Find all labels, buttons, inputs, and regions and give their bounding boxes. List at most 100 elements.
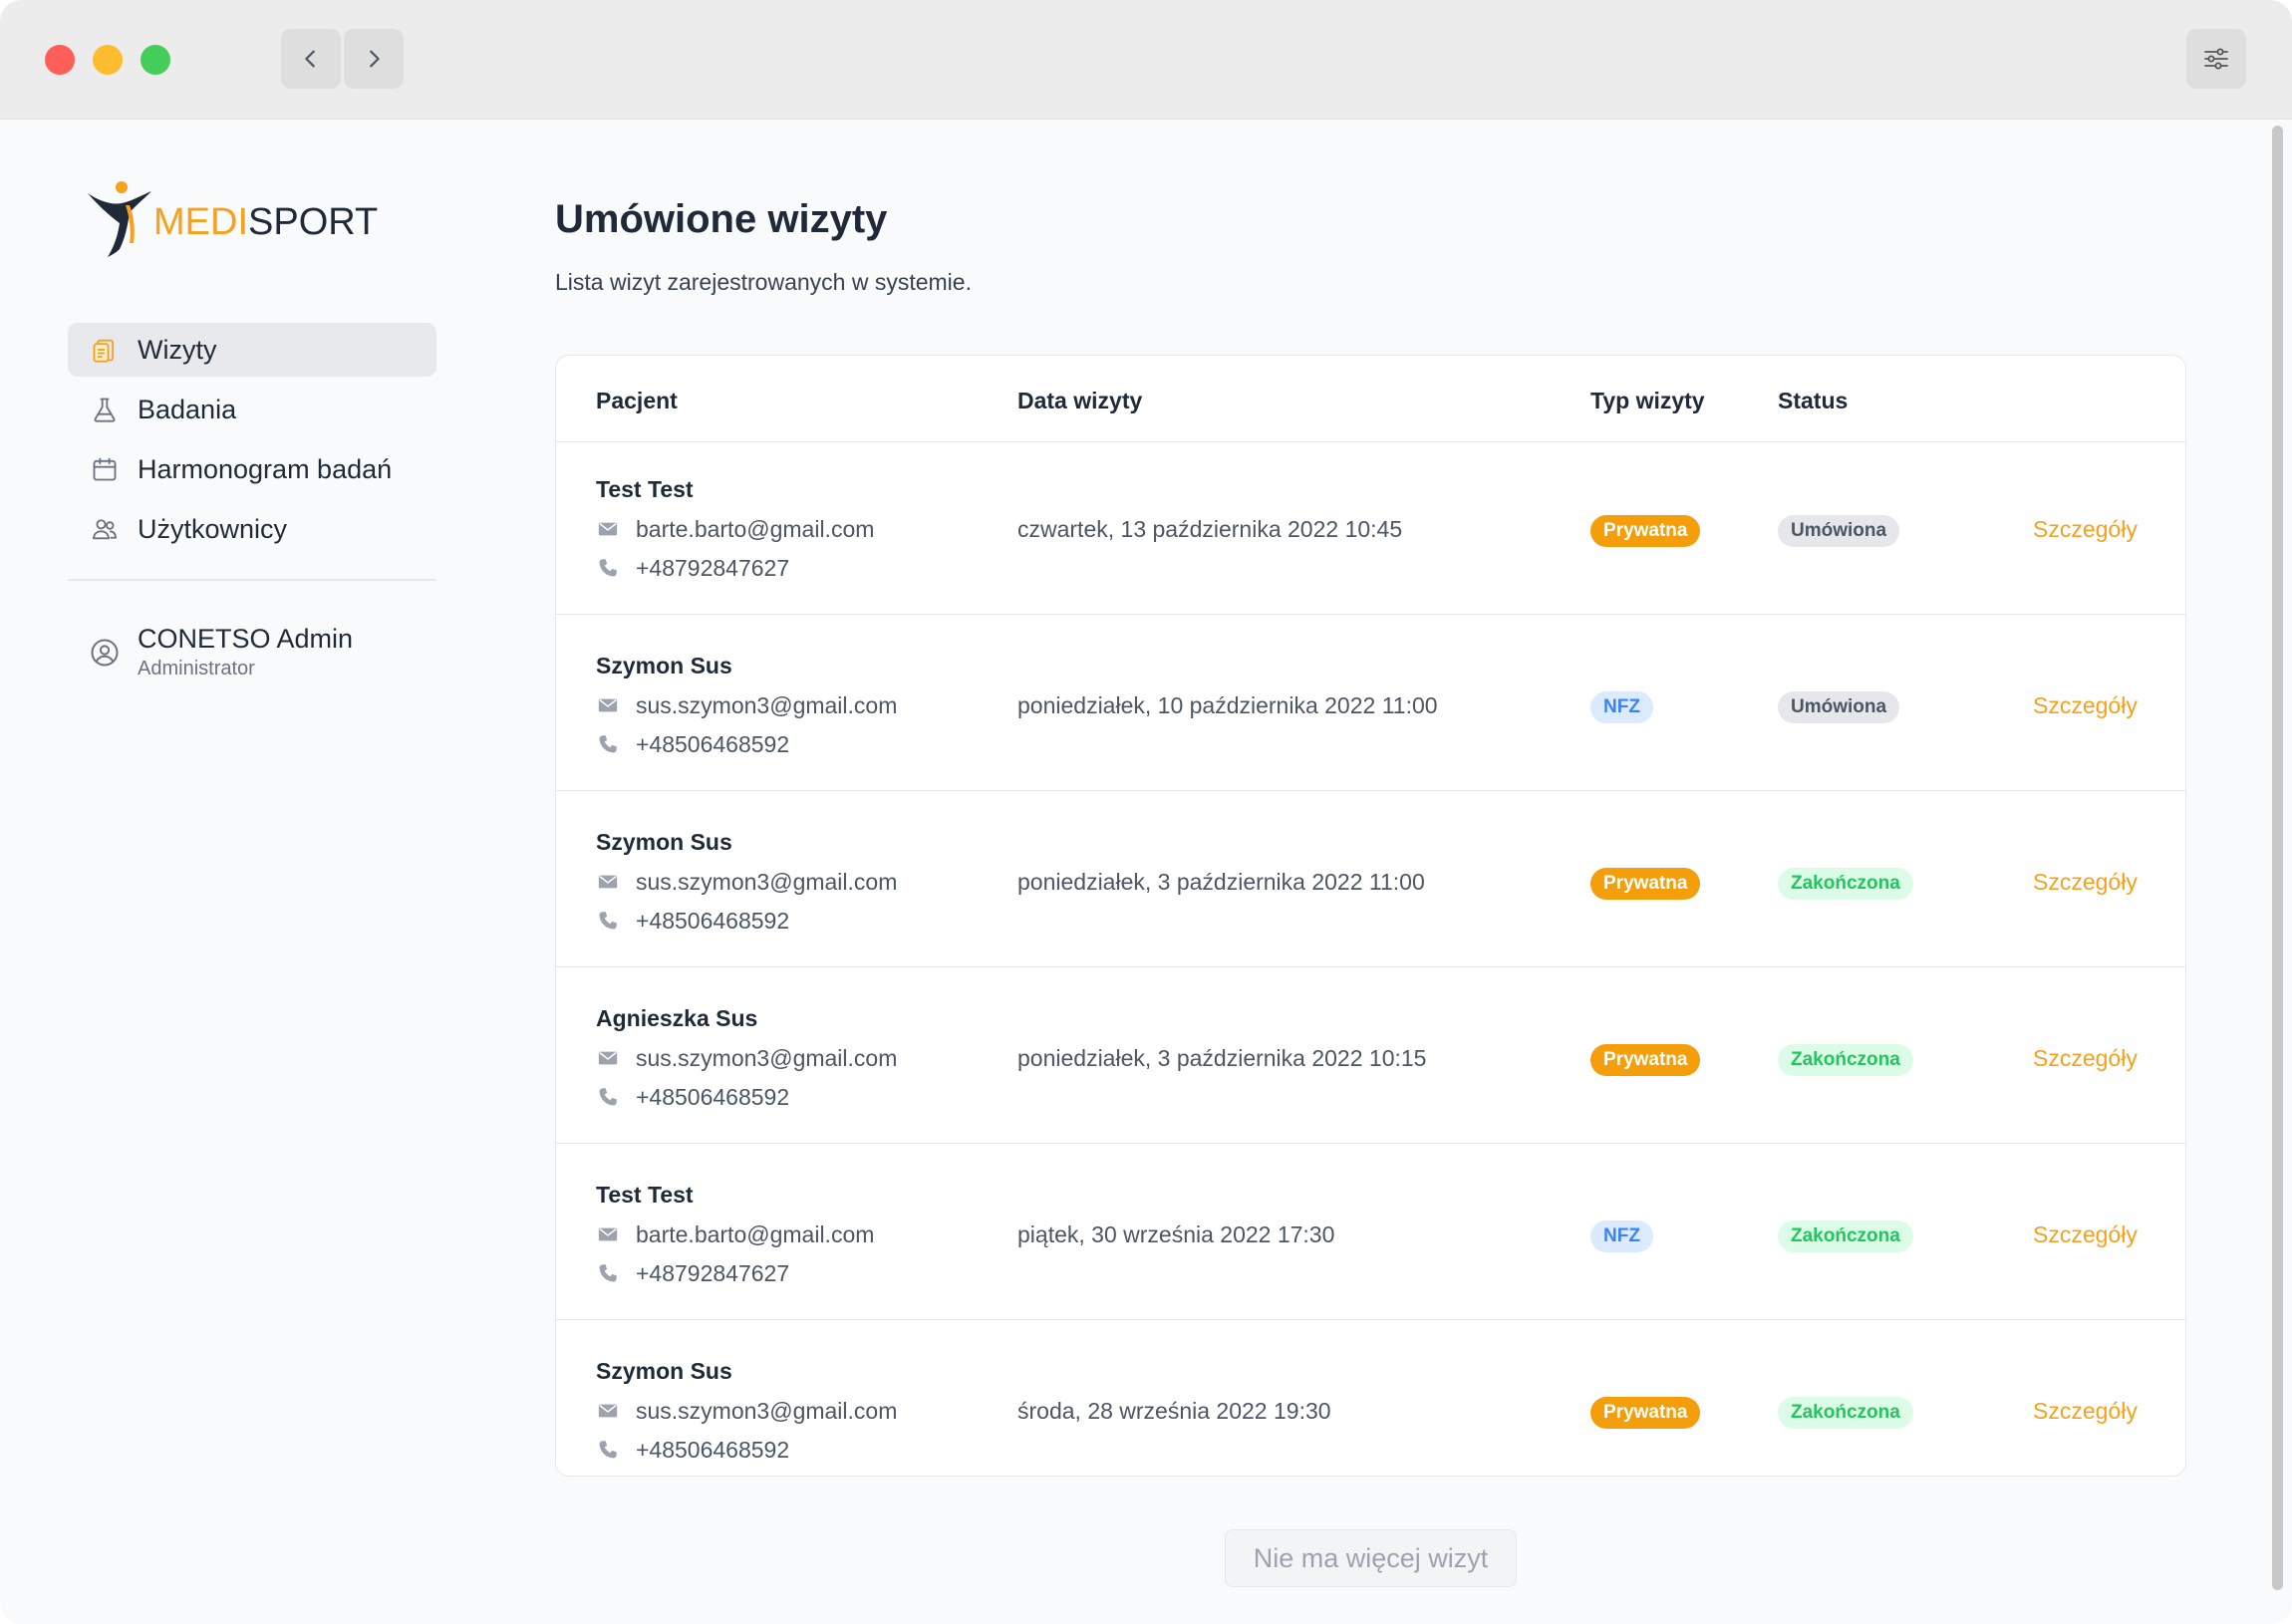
page-subtitle: Lista wizyt zarejestrowanych w systemie. [555, 269, 972, 295]
scrollbar[interactable] [2272, 126, 2283, 1590]
patient-email: sus.szymon3@gmail.com [596, 690, 897, 720]
details-link[interactable]: Szczegóły [2033, 1398, 2138, 1425]
visit-type-badge: Prywatna [1590, 515, 1701, 547]
patient-phone: +48506468592 [596, 906, 789, 936]
phone-text: +48506468592 [636, 730, 790, 757]
forward-button[interactable] [344, 29, 404, 89]
back-button[interactable] [281, 29, 341, 89]
table-row: Szymon Sus sus.szymon3@gmail.com +48506468… [556, 1324, 2185, 1476]
brand-sport: SPORT [248, 201, 379, 243]
phone-text: +48506468592 [636, 907, 790, 934]
patient-email: sus.szymon3@gmail.com [596, 1043, 897, 1073]
phone-text: +48506468592 [636, 1436, 790, 1463]
sidebar-divider [68, 579, 436, 581]
column-header-date: Data wizyty [1017, 388, 1143, 413]
phone-text: +48506468592 [636, 1083, 790, 1110]
mail-icon [596, 1399, 620, 1423]
title-bar [0, 0, 2292, 120]
sliders-icon [2204, 48, 2228, 70]
table-row: Test Test barte.barto@gmail.com +487928476… [556, 442, 2185, 615]
details-link[interactable]: Szczegóły [2033, 1045, 2138, 1072]
sidebar-item-label: Badania [138, 394, 237, 424]
patient-phone: +48792847627 [596, 1258, 789, 1288]
details-link[interactable]: Szczegóły [2033, 869, 2138, 896]
status-badge: Zakończona [1778, 1220, 1913, 1252]
phone-icon [596, 556, 620, 580]
sidebar-item-uzytkownicy[interactable]: Użytkownicy [68, 502, 436, 556]
mail-icon [596, 517, 620, 541]
visit-date: środa, 28 września 2022 19:30 [1017, 1398, 1331, 1424]
mail-icon [596, 1046, 620, 1070]
medisport-logo[interactable]: MEDISPORT [86, 179, 378, 259]
no-more-visits-button[interactable]: Nie ma więcej wizyt [1225, 1529, 1517, 1587]
visits-table: Pacjent Data wizyty Typ wizyty Status Te… [555, 355, 2186, 1477]
patient-email: barte.barto@gmail.com [596, 514, 874, 544]
phone-text: +48792847627 [636, 554, 790, 581]
column-header-patient: Pacjent [596, 388, 678, 413]
sidebar-item-harmonogram[interactable]: Harmonogram badań [68, 442, 436, 496]
column-header-type: Typ wizyty [1590, 388, 1705, 413]
chevron-left-icon [305, 50, 315, 68]
visit-type-badge: Prywatna [1590, 868, 1701, 900]
table-header: Pacjent Data wizyty Typ wizyty Status [556, 356, 2185, 442]
details-link[interactable]: Szczegóły [2033, 516, 2138, 543]
patient-name: Szymon Sus [596, 829, 732, 855]
visit-date: poniedziałek, 3 października 2022 10:15 [1017, 1045, 1427, 1071]
chevron-right-icon [370, 50, 380, 68]
patient-email: sus.szymon3@gmail.com [596, 1396, 897, 1426]
phone-icon [596, 1261, 620, 1285]
user-circle-icon [90, 638, 120, 668]
patient-email: barte.barto@gmail.com [596, 1219, 874, 1249]
patient-name: Szymon Sus [596, 1358, 732, 1384]
minimize-window-button[interactable] [93, 45, 123, 75]
patient-email: sus.szymon3@gmail.com [596, 867, 897, 897]
patient-phone: +48506468592 [596, 729, 789, 759]
email-text: sus.szymon3@gmail.com [636, 868, 898, 895]
user-role: Administrator [138, 658, 255, 679]
phone-icon [596, 1438, 620, 1462]
table-row: Szymon Sus sus.szymon3@gmail.com +48506468… [556, 619, 2185, 791]
patient-phone: +48506468592 [596, 1435, 789, 1465]
clipboard-icon [90, 335, 120, 365]
sidebar-item-label: Harmonogram badań [138, 453, 393, 484]
flask-icon [90, 395, 120, 424]
sidebar-nav: Wizyty Badania Harmonogram badań Użytkow… [68, 323, 436, 562]
visit-date: czwartek, 13 października 2022 10:45 [1017, 516, 1403, 542]
brand-wordmark: MEDISPORT [153, 201, 378, 244]
details-link[interactable]: Szczegóły [2033, 692, 2138, 719]
table-row: Test Test barte.barto@gmail.com +487928476… [556, 1148, 2185, 1320]
visit-date: piątek, 30 września 2022 17:30 [1017, 1221, 1335, 1247]
email-text: sus.szymon3@gmail.com [636, 691, 898, 718]
phone-icon [596, 909, 620, 933]
status-badge: Umówiona [1778, 515, 1900, 547]
email-text: sus.szymon3@gmail.com [636, 1397, 898, 1424]
mail-icon [596, 870, 620, 894]
page-title: Umówione wizyty [555, 197, 888, 241]
phone-icon [596, 1085, 620, 1109]
sidebar-item-wizyty[interactable]: Wizyty [68, 323, 436, 377]
status-badge: Umówiona [1778, 691, 1900, 723]
details-link[interactable]: Szczegóły [2033, 1221, 2138, 1248]
patient-name: Test Test [596, 1182, 694, 1208]
status-badge: Zakończona [1778, 1397, 1913, 1429]
patient-name: Szymon Sus [596, 653, 732, 678]
sidebar-item-label: Wizyty [138, 334, 217, 365]
visit-type-badge: Prywatna [1590, 1044, 1701, 1076]
mail-icon [596, 693, 620, 717]
app-window: MEDISPORT Wizyty Badania Harmonogram bad… [0, 0, 2292, 1624]
sidebar-item-label: Użytkownicy [138, 513, 288, 544]
visit-date: poniedziałek, 10 października 2022 11:00 [1017, 692, 1438, 718]
sidebar-item-badania[interactable]: Badania [68, 383, 436, 436]
phone-icon [596, 732, 620, 756]
email-text: barte.barto@gmail.com [636, 515, 875, 542]
maximize-window-button[interactable] [141, 45, 170, 75]
users-icon [90, 514, 120, 544]
settings-button[interactable] [2186, 29, 2246, 89]
visit-type-badge: NFZ [1590, 1220, 1653, 1252]
table-row: Szymon Sus sus.szymon3@gmail.com +48506468… [556, 795, 2185, 967]
phone-text: +48792847627 [636, 1259, 790, 1286]
patient-phone: +48506468592 [596, 1082, 789, 1112]
close-window-button[interactable] [45, 45, 75, 75]
column-header-status: Status [1778, 388, 1849, 413]
patient-name: Agnieszka Sus [596, 1005, 758, 1031]
